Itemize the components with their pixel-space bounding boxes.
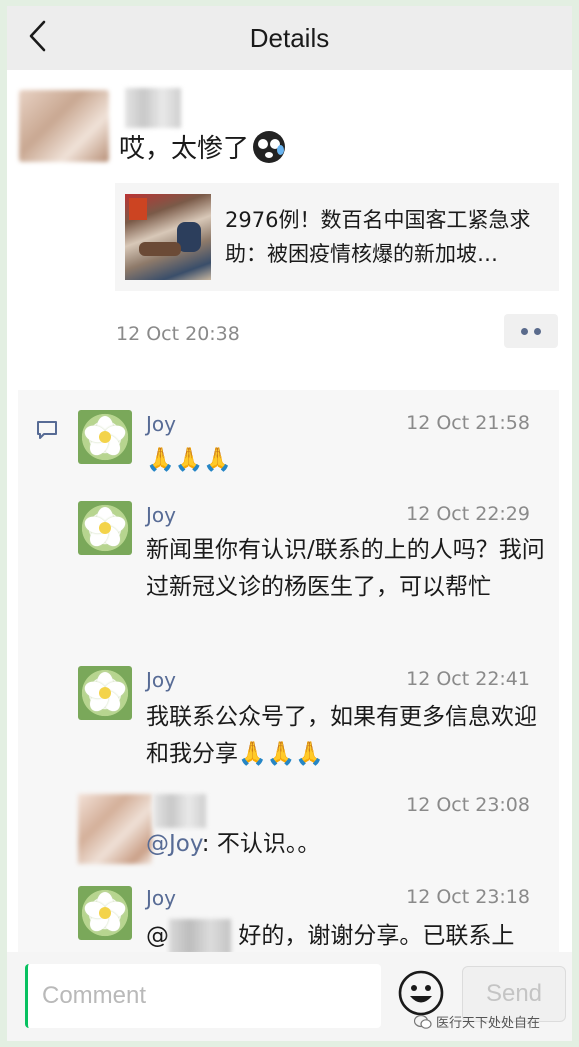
article-title: 2976例！数百名中国客工紧急求助：被困疫情核爆的新加坡… <box>225 208 531 266</box>
commenter-name[interactable]: Joy <box>146 412 176 436</box>
back-arrow-icon <box>29 20 46 52</box>
dot-icon <box>534 327 541 335</box>
commenter-name[interactable]: Joy <box>146 886 176 910</box>
comment-timestamp: 12 Oct 22:29 <box>406 503 530 525</box>
comment-text: @ 好的，谢谢分享。已联系上 <box>146 918 546 955</box>
smiley-icon[interactable] <box>397 969 445 1017</box>
watermark-text: 医行天下处处自在 <box>436 1016 541 1031</box>
comment-text: 新闻里你有认识/联系的上的人吗？我问过新冠义诊的杨医生了，可以帮忙 <box>146 537 545 600</box>
mention-at: @ <box>146 923 169 949</box>
shock-emoji-icon <box>253 130 286 163</box>
mention-link[interactable]: @Joy <box>146 831 202 857</box>
commenter-name[interactable] <box>154 794 206 828</box>
back-button[interactable] <box>23 18 51 54</box>
comment-input[interactable] <box>25 964 381 1028</box>
comment-text: 🙏🙏🙏 <box>146 447 232 473</box>
dot-icon <box>521 327 528 335</box>
comment-text: 我联系公众号了，如果有更多信息欢迎和我分享🙏🙏🙏 <box>146 704 537 767</box>
comment-bubble-icon <box>37 421 57 439</box>
comment-timestamp: 12 Oct 21:58 <box>406 412 530 434</box>
watermark: 医行天下处处自在 <box>414 1012 540 1031</box>
page-title: Details <box>249 22 330 53</box>
commenter-avatar[interactable] <box>78 794 152 864</box>
comment-text-content: : 不认识。。 <box>201 831 321 857</box>
wechat-logo-icon <box>414 1014 432 1029</box>
commenter-avatar[interactable] <box>78 886 132 940</box>
moments-details-screen: Details 哎，太惨了 2976例！数百名中国客工紧急求助：被困疫情核爆的新… <box>7 6 572 1041</box>
article-thumbnail <box>125 194 211 280</box>
nav-header: Details <box>7 6 572 70</box>
commenter-avatar[interactable] <box>78 410 132 464</box>
comment-text: @Joy: 不认识。。 <box>146 826 546 863</box>
mention-name-blurred[interactable] <box>169 918 231 955</box>
post-author-avatar[interactable] <box>19 90 109 162</box>
post-author-name[interactable] <box>125 88 181 128</box>
comment-timestamp: 12 Oct 23:18 <box>406 886 530 908</box>
commenter-avatar[interactable] <box>78 501 132 555</box>
commenter-avatar[interactable] <box>78 666 132 720</box>
shared-article-card[interactable]: 2976例！数百名中国客工紧急求助：被困疫情核爆的新加坡… <box>115 183 559 291</box>
comment-text-content: 好的，谢谢分享。已联系上 <box>238 923 515 949</box>
comment-timestamp: 12 Oct 22:41 <box>406 668 530 690</box>
post-text-content: 哎，太惨了 <box>119 134 250 164</box>
commenter-name[interactable]: Joy <box>146 503 176 527</box>
more-actions-button[interactable] <box>504 314 558 348</box>
comments-panel: Joy 12 Oct 21:58 🙏🙏🙏 Joy 12 Oct 22:29 新闻… <box>18 390 559 990</box>
commenter-name[interactable]: Joy <box>146 668 176 692</box>
post-timestamp: 12 Oct 20:38 <box>116 323 240 345</box>
post-text: 哎，太惨了 <box>119 128 286 165</box>
comment-timestamp: 12 Oct 23:08 <box>406 794 530 816</box>
